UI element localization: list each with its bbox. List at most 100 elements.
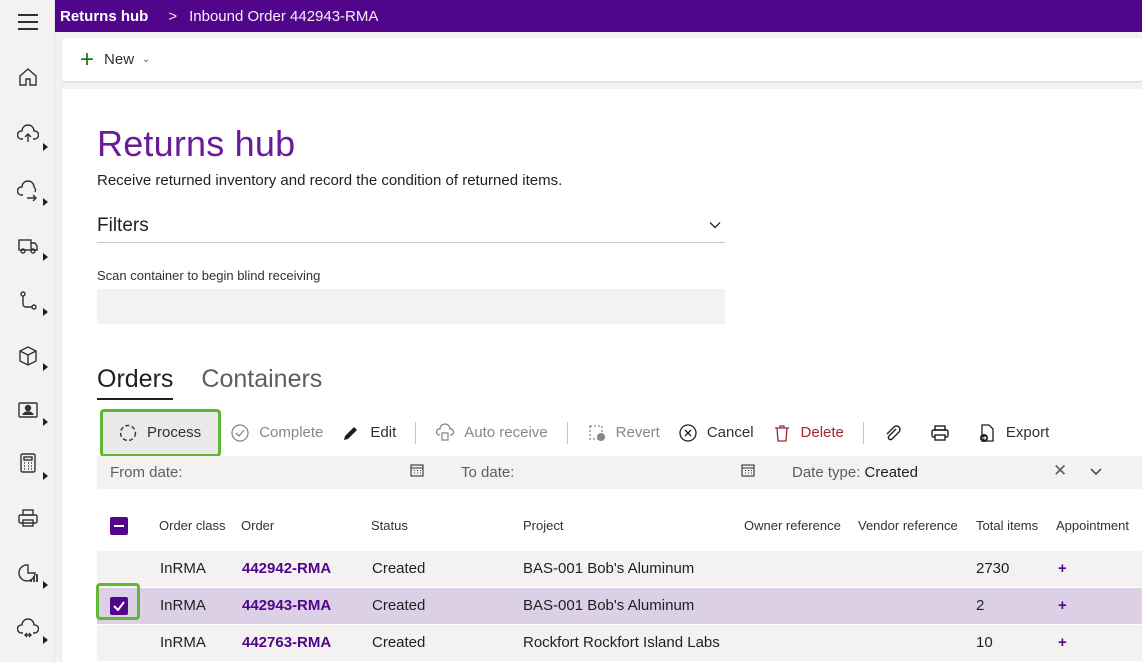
analytics-icon[interactable] <box>17 562 39 584</box>
export-label: Export <box>1005 424 1050 441</box>
process-label: Process <box>147 424 202 441</box>
expand-arrow-icon[interactable] <box>43 253 48 261</box>
truck-icon[interactable] <box>17 235 39 257</box>
plus-icon[interactable]: + <box>80 47 94 72</box>
complete-label: Complete <box>259 424 324 441</box>
transfer-icon[interactable] <box>16 180 39 202</box>
calculator-icon[interactable] <box>17 452 39 474</box>
from-date-field[interactable]: From date: <box>110 464 183 481</box>
expand-arrow-icon[interactable] <box>43 581 48 589</box>
edit-button[interactable]: Edit <box>332 415 405 451</box>
divider <box>566 421 568 444</box>
auto-receive-label: Auto receive <box>464 424 548 441</box>
expand-arrow-icon[interactable] <box>43 636 48 644</box>
to-date-field[interactable]: To date: <box>461 464 514 481</box>
date-type-value: Created <box>864 464 918 481</box>
order-link[interactable]: 442943-RMA <box>242 597 331 614</box>
add-appointment-button[interactable]: + <box>1058 634 1067 651</box>
date-filter-bar: From date: To date: Date type: Created ✕ <box>97 456 1142 489</box>
status-cell: Created <box>372 560 426 577</box>
scan-container-input[interactable] <box>97 289 725 324</box>
table-row[interactable]: InRMA 442942-RMA Created BAS-001 Bob's A… <box>97 551 1142 588</box>
cancel-circle-icon <box>679 423 697 442</box>
cancel-button[interactable]: Cancel <box>669 415 763 451</box>
sync-icon[interactable] <box>16 618 40 640</box>
filters-toggle[interactable]: Filters <box>97 215 725 243</box>
select-all-checkbox[interactable] <box>110 517 128 535</box>
hamburger-menu-icon[interactable] <box>18 14 38 35</box>
breadcrumb[interactable]: Inbound Order 442943-RMA <box>189 8 378 25</box>
expand-arrow-icon[interactable] <box>43 143 48 151</box>
chevron-down-icon <box>709 222 721 229</box>
chevron-down-icon[interactable] <box>1089 465 1103 479</box>
calendar-icon[interactable] <box>741 463 755 477</box>
clear-icon[interactable]: ✕ <box>1053 461 1067 481</box>
project-cell: BAS-001 Bob's Aluminum <box>523 597 695 614</box>
column-header[interactable]: Order <box>241 518 274 533</box>
add-appointment-button[interactable]: + <box>1058 597 1067 614</box>
print-icon[interactable] <box>17 507 39 529</box>
column-header[interactable]: Total items <box>976 518 1038 533</box>
column-header[interactable]: Vendor reference <box>858 518 958 533</box>
project-cell: Rockfort Rockfort Island Labs <box>523 634 720 651</box>
table-header: Order class Order Status Project Owner r… <box>97 501 1142 551</box>
app-name[interactable]: Returns hub <box>55 8 148 25</box>
attach-button[interactable] <box>874 415 921 451</box>
column-header[interactable]: Owner reference <box>744 518 841 533</box>
order-class-cell: InRMA <box>160 597 206 614</box>
calendar-icon[interactable] <box>410 463 424 477</box>
expand-arrow-icon[interactable] <box>43 472 48 480</box>
date-type-field[interactable]: Date type: Created <box>792 464 918 481</box>
page-subtitle: Receive returned inventory and record th… <box>97 172 563 189</box>
grid-toolbar: Process Complete Edit Auto receive Rever… <box>97 408 1142 457</box>
revert-label: Revert <box>615 424 660 441</box>
expand-arrow-icon[interactable] <box>43 418 48 426</box>
delete-button[interactable]: Delete <box>763 415 853 451</box>
status-cell: Created <box>372 634 426 651</box>
breadcrumb-separator: > <box>168 7 178 25</box>
nav-rail <box>0 0 55 662</box>
column-header[interactable]: Status <box>371 518 408 533</box>
divider <box>862 421 864 444</box>
flow-icon[interactable] <box>17 290 39 312</box>
add-appointment-button[interactable]: + <box>1058 560 1067 577</box>
main-panel: Returns hub Receive returned inventory a… <box>62 89 1142 662</box>
home-icon[interactable] <box>17 66 39 88</box>
contact-card-icon[interactable] <box>17 399 39 421</box>
export-button[interactable]: Export <box>968 415 1058 451</box>
check-circle-icon <box>231 423 249 442</box>
status-cell: Created <box>372 597 426 614</box>
column-header[interactable]: Order class <box>159 518 225 533</box>
print-icon <box>931 424 949 441</box>
tab-containers[interactable]: Containers <box>201 365 322 400</box>
revert-button[interactable]: Revert <box>578 415 669 451</box>
page-title: Returns hub <box>97 123 296 164</box>
order-link[interactable]: 442942-RMA <box>242 560 331 577</box>
column-header[interactable]: Project <box>523 518 563 533</box>
filters-label: Filters <box>97 215 149 236</box>
command-bar: + New ⌄ <box>62 38 1142 81</box>
expand-arrow-icon[interactable] <box>43 308 48 316</box>
total-items-cell: 2730 <box>976 560 1010 577</box>
process-button[interactable]: Process <box>100 408 222 457</box>
column-header[interactable]: Appointment <box>1056 518 1129 533</box>
table-row[interactable]: InRMA 442943-RMA Created BAS-001 Bob's A… <box>96 583 1142 625</box>
complete-button[interactable]: Complete <box>221 415 332 451</box>
row-checkbox[interactable] <box>110 597 128 615</box>
new-button[interactable]: New <box>104 51 134 68</box>
upload-icon[interactable] <box>16 124 40 146</box>
divider <box>415 421 417 444</box>
export-icon <box>979 423 994 442</box>
print-button[interactable] <box>921 415 968 451</box>
chevron-down-icon[interactable]: ⌄ <box>142 54 150 65</box>
expand-arrow-icon[interactable] <box>43 198 48 206</box>
total-items-cell: 10 <box>976 634 993 651</box>
auto-receive-icon <box>436 422 455 441</box>
order-link[interactable]: 442763-RMA <box>242 634 331 651</box>
paperclip-icon <box>886 424 901 440</box>
expand-arrow-icon[interactable] <box>43 363 48 371</box>
auto-receive-button[interactable]: Auto receive <box>426 415 556 451</box>
tab-orders[interactable]: Orders <box>97 365 174 400</box>
table-row[interactable]: InRMA 442763-RMA Created Rockfort Rockfo… <box>97 625 1142 662</box>
package-icon[interactable] <box>17 345 39 367</box>
